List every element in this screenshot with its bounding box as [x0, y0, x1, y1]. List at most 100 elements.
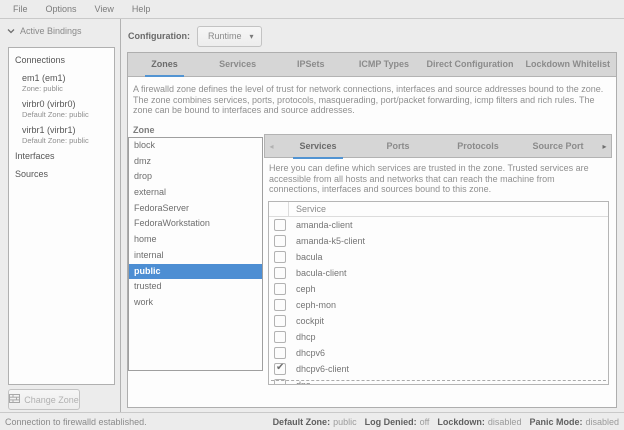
menu-item[interactable]: View	[86, 2, 123, 16]
zone-description: A firewalld zone defines the level of tr…	[133, 84, 604, 116]
zone-subtab-label: Source Port	[526, 136, 589, 159]
service-name: ceph	[286, 284, 316, 294]
zone-subtab[interactable]: Protocols	[438, 135, 518, 157]
main-tab[interactable]: Lockdown Whitelist	[520, 53, 617, 76]
sidebar: Active Bindings Connections em1 (em1) Zo…	[0, 19, 121, 412]
service-row[interactable]: dhcpv6-client	[269, 361, 608, 377]
binding-row[interactable]: em1 (em1) Zone: public	[9, 71, 114, 95]
main-tab[interactable]: ICMP Types	[347, 53, 420, 76]
main-tab-label: IPSets	[291, 54, 331, 77]
active-bindings-label: Active Bindings	[20, 26, 82, 36]
main-tab[interactable]: Direct Configuration	[421, 53, 520, 76]
binding-row[interactable]: Connections	[9, 53, 114, 68]
bindings-list[interactable]: Connections em1 (em1) Zone: public virbr…	[8, 47, 115, 385]
binding-label: Sources	[15, 169, 110, 180]
wall-icon	[9, 393, 20, 406]
service-row[interactable]: bacula-client	[269, 265, 608, 281]
zone-subtab[interactable]: Services	[278, 135, 358, 157]
service-name: bacula-client	[286, 268, 347, 278]
zone-row[interactable]: public	[129, 264, 262, 280]
chevron-down-icon	[7, 27, 15, 35]
service-checkbox[interactable]	[274, 219, 286, 231]
service-name: dhcp	[286, 332, 316, 342]
binding-row[interactable]: virbr1 (virbr1) Default Zone: public	[9, 123, 114, 147]
service-checkbox[interactable]	[274, 251, 286, 263]
service-checkbox[interactable]	[274, 331, 286, 343]
service-checkbox[interactable]	[274, 299, 286, 311]
service-checkbox[interactable]	[274, 283, 286, 295]
service-column-header: Service	[289, 204, 326, 214]
firewall-state-summary: Default Zone: public Log Denied: off Loc…	[273, 417, 619, 427]
binding-row[interactable]: Sources	[9, 167, 114, 182]
zone-row[interactable]: dmz	[129, 154, 262, 170]
service-name: amanda-k5-client	[286, 236, 365, 246]
binding-row[interactable]: Interfaces	[9, 149, 114, 164]
main-tab[interactable]: Services	[201, 53, 274, 76]
zone-row[interactable]: FedoraWorkstation	[129, 216, 262, 232]
service-row[interactable]: ceph-mon	[269, 297, 608, 313]
service-table[interactable]: Service amanda-client	[268, 201, 609, 385]
more-content-indicator	[271, 380, 606, 381]
service-row[interactable]: dhcpv6	[269, 345, 608, 361]
zone-tabstrip: ◂ Services Ports	[264, 134, 612, 158]
main-tab-label: ICMP Types	[353, 54, 415, 77]
service-name: ceph-mon	[286, 300, 336, 310]
zone-subtab[interactable]: Ports	[358, 135, 438, 157]
menu-item[interactable]: Help	[123, 2, 160, 16]
configuration-dropdown[interactable]: Runtime ▾	[197, 26, 262, 47]
binding-label: Connections	[15, 55, 110, 66]
status-value: disabled	[488, 417, 522, 427]
zone-row[interactable]: trusted	[129, 279, 262, 295]
service-row[interactable]: dhcp	[269, 329, 608, 345]
service-checkbox[interactable]	[274, 363, 286, 375]
zone-row[interactable]: drop	[129, 169, 262, 185]
main-tab-label: Services	[213, 54, 262, 77]
zone-subnotebook: ◂ Services Ports	[264, 134, 612, 388]
binding-zone-label: Zone: public	[22, 84, 110, 93]
zone-row[interactable]: internal	[129, 248, 262, 264]
binding-row[interactable]: virbr0 (virbr0) Default Zone: public	[9, 97, 114, 121]
main-tabstrip: Zones Services IPSets ICMP Types	[128, 53, 616, 77]
zone-row[interactable]: work	[129, 295, 262, 311]
service-name: dhcpv6	[286, 348, 325, 358]
zone-subtabs: Services Ports Protocols	[278, 135, 598, 157]
change-zone-button[interactable]: Change Zone	[8, 389, 80, 410]
main-tab-label: Lockdown Whitelist	[520, 54, 617, 77]
menu-item[interactable]: Options	[37, 2, 86, 16]
zone-row[interactable]: home	[129, 232, 262, 248]
status-label: Panic Mode:	[529, 417, 582, 427]
status-value: off	[420, 417, 430, 427]
zone-subtab-label: Ports	[380, 136, 415, 159]
main-tab[interactable]: Zones	[128, 53, 201, 76]
service-checkbox[interactable]	[274, 347, 286, 359]
service-row[interactable]: bacula	[269, 249, 608, 265]
zone-subtab[interactable]: Source Port	[518, 135, 598, 157]
status-pair: Lockdown: disabled	[437, 417, 521, 427]
menu-item[interactable]: File	[4, 2, 37, 16]
status-value: public	[333, 417, 357, 427]
zone-subtab-label: Services	[293, 136, 342, 159]
configuration-value: Runtime	[208, 31, 242, 41]
active-bindings-expander[interactable]: Active Bindings	[0, 19, 120, 36]
service-checkbox[interactable]	[274, 267, 286, 279]
status-label: Default Zone:	[273, 417, 331, 427]
scroll-right-icon[interactable]: ▸	[598, 135, 611, 157]
service-checkbox[interactable]	[274, 315, 286, 327]
status-pair: Panic Mode: disabled	[529, 417, 619, 427]
scroll-left-icon[interactable]: ◂	[265, 135, 278, 157]
main-tab[interactable]: IPSets	[274, 53, 347, 76]
zone-row[interactable]: external	[129, 185, 262, 201]
service-name: cockpit	[286, 316, 324, 326]
zone-row[interactable]: FedoraServer	[129, 201, 262, 217]
service-row[interactable]: dns	[269, 377, 608, 385]
service-name: bacula	[286, 252, 323, 262]
service-row[interactable]: ceph	[269, 281, 608, 297]
main-area: Configuration: Runtime ▾ Zones Services	[122, 19, 624, 412]
services-description: Here you can define which services are t…	[269, 163, 604, 195]
zone-row[interactable]: block	[129, 138, 262, 154]
service-checkbox[interactable]	[274, 235, 286, 247]
zone-list[interactable]: block dmz drop external FedoraServer Fed…	[128, 137, 263, 371]
service-row[interactable]: amanda-client	[269, 217, 608, 233]
service-row[interactable]: amanda-k5-client	[269, 233, 608, 249]
service-row[interactable]: cockpit	[269, 313, 608, 329]
